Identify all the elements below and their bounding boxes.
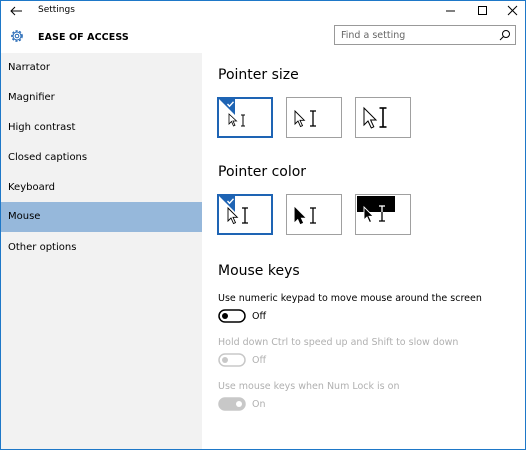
- minimize-button[interactable]: [436, 1, 466, 21]
- large-pointer-icon: [363, 106, 387, 129]
- checkmark-icon: [219, 196, 235, 212]
- maximize-button[interactable]: [468, 1, 498, 21]
- search-icon[interactable]: [499, 29, 511, 41]
- pointer-color-black-option[interactable]: [286, 194, 342, 235]
- maximize-icon: [478, 6, 487, 15]
- main-content: Pointer size Pointer color Mouse keys Us…: [202, 53, 525, 449]
- inverted-pointer-icon: [357, 196, 395, 224]
- pointer-size-large-option[interactable]: [355, 97, 411, 138]
- pointer-color-inverted-option[interactable]: [355, 194, 411, 235]
- pointer-size-heading: Pointer size: [218, 67, 299, 83]
- back-arrow-icon: [10, 6, 22, 16]
- back-button[interactable]: [7, 3, 27, 19]
- pointer-color-heading: Pointer color: [218, 164, 307, 180]
- close-icon: [507, 5, 518, 16]
- black-pointer-icon: [294, 206, 316, 225]
- num-lock-toggle[interactable]: [218, 397, 246, 411]
- ctrl-shift-toggle[interactable]: [218, 353, 246, 367]
- numeric-keypad-toggle[interactable]: [218, 309, 246, 323]
- pointer-size-medium-option[interactable]: [286, 97, 342, 138]
- sidebar: Narrator Magnifier High contrast Closed …: [1, 53, 202, 449]
- medium-pointer-icon: [294, 109, 316, 128]
- num-lock-label: Use mouse keys when Num Lock is on: [218, 381, 400, 392]
- num-lock-state: On: [252, 399, 266, 410]
- pointer-color-white-option[interactable]: [217, 194, 273, 235]
- sidebar-item-magnifier[interactable]: Magnifier: [1, 83, 202, 113]
- gear-icon: [11, 30, 23, 42]
- search-input[interactable]: [335, 26, 491, 44]
- sidebar-item-other-options[interactable]: Other options: [1, 233, 202, 263]
- sidebar-item-closed-captions[interactable]: Closed captions: [1, 143, 202, 173]
- search-box[interactable]: [334, 25, 516, 45]
- settings-window: Settings EASE OF ACCESS Find a setting N…: [0, 0, 526, 450]
- sidebar-item-narrator[interactable]: Narrator: [1, 53, 202, 83]
- ctrl-shift-state: Off: [252, 355, 267, 366]
- close-button[interactable]: [498, 1, 526, 21]
- sidebar-item-high-contrast[interactable]: High contrast: [1, 113, 202, 143]
- ctrl-shift-label: Hold down Ctrl to speed up and Shift to …: [218, 337, 459, 348]
- window-title: Settings: [38, 5, 75, 15]
- page-header: EASE OF ACCESS: [1, 21, 525, 53]
- pointer-size-small-option[interactable]: [217, 97, 273, 138]
- numeric-keypad-state: Off: [252, 311, 267, 322]
- title-bar: Settings: [1, 1, 525, 21]
- mouse-keys-heading: Mouse keys: [218, 263, 300, 279]
- checkmark-icon: [219, 99, 235, 115]
- sidebar-item-mouse[interactable]: Mouse: [1, 202, 202, 232]
- sidebar-item-keyboard[interactable]: Keyboard: [1, 173, 202, 203]
- numeric-keypad-label: Use numeric keypad to move mouse around …: [218, 293, 482, 304]
- page-title: EASE OF ACCESS: [38, 32, 129, 43]
- minimize-icon: [446, 10, 455, 12]
